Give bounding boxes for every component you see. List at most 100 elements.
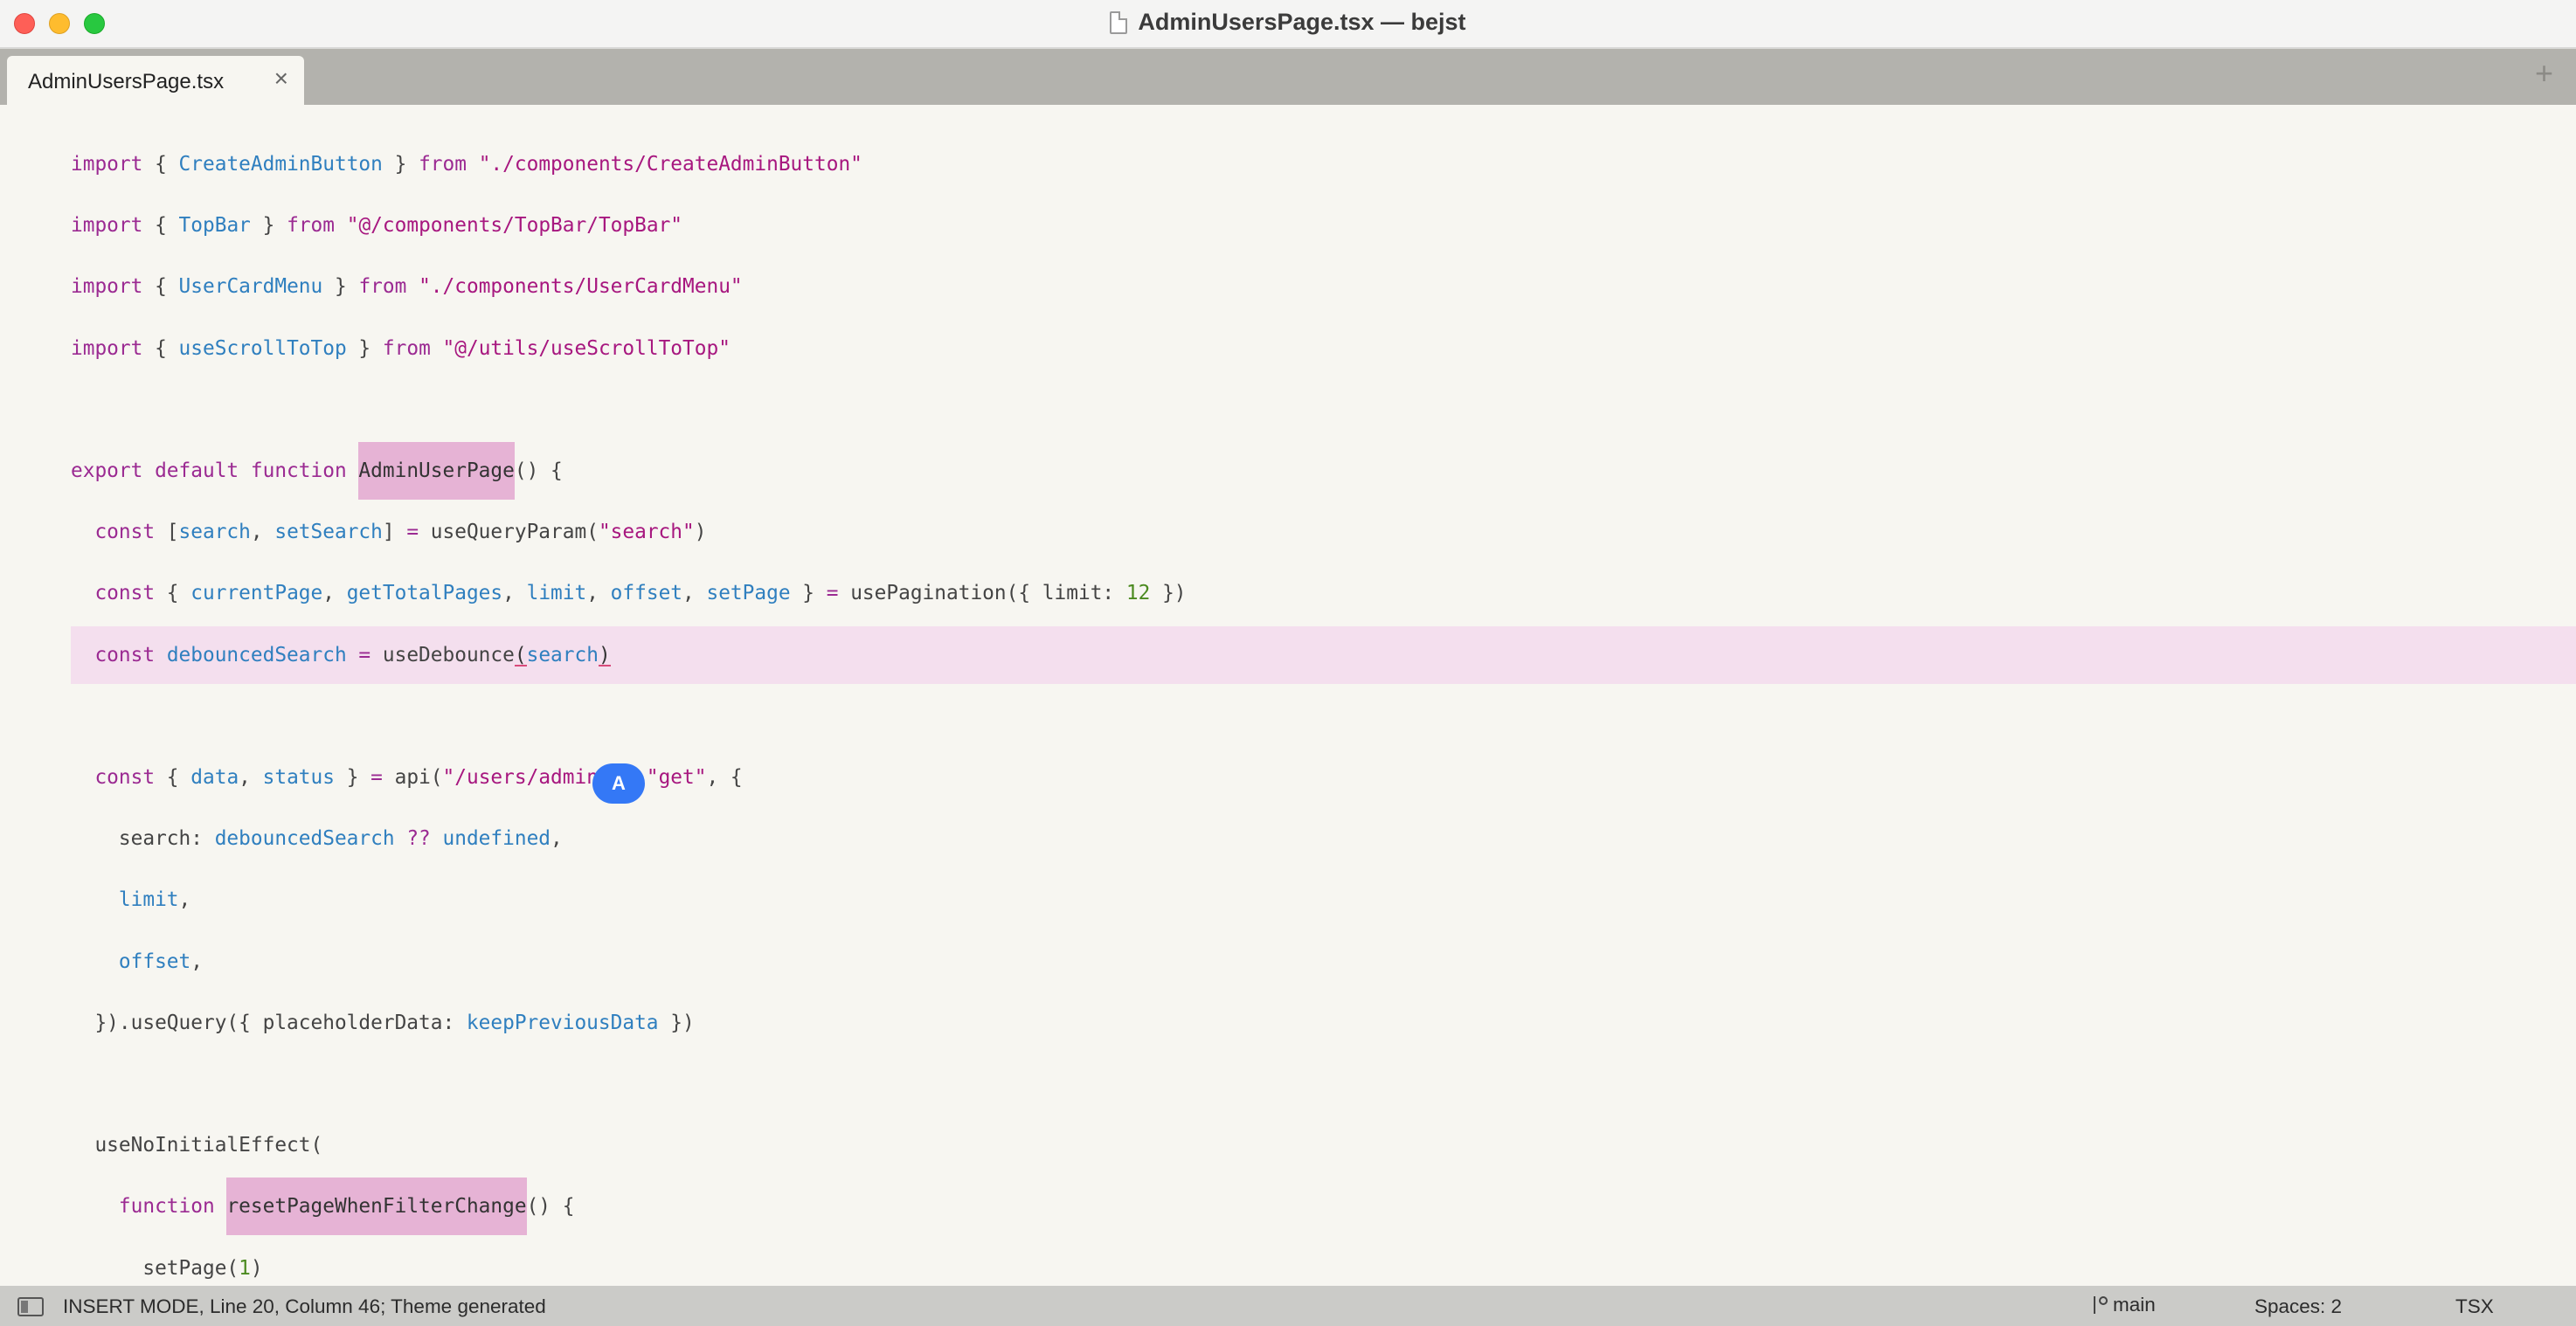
code-token: usePagination({ limit: bbox=[838, 582, 1126, 605]
code-token: 1 bbox=[239, 1256, 251, 1280]
code-token: = bbox=[826, 582, 839, 605]
code-token: getTotalPages bbox=[346, 582, 503, 605]
code-line[interactable]: import { useScrollToTop } from "@/utils/… bbox=[71, 320, 2576, 377]
code-token: , { bbox=[706, 766, 743, 789]
code-line[interactable]: const debouncedSearch = useDebounce(sear… bbox=[71, 625, 2576, 684]
code-token: }).useQuery({ placeholderData: bbox=[71, 1011, 467, 1034]
sidebar-toggle-icon[interactable] bbox=[17, 1297, 44, 1316]
code-line[interactable]: setPage(1) bbox=[71, 1240, 2576, 1286]
code-token: , bbox=[586, 582, 611, 605]
code-token: { bbox=[142, 214, 179, 238]
code-line[interactable]: import { TopBar } from "@/components/Top… bbox=[71, 197, 2576, 254]
code-token: import bbox=[71, 336, 143, 360]
code-line[interactable]: import { UserCardMenu } from "./componen… bbox=[71, 258, 2576, 315]
code-line[interactable]: limit, bbox=[71, 871, 2576, 929]
code-token: const bbox=[94, 766, 156, 789]
document-icon bbox=[1110, 10, 1128, 34]
code-token: debouncedSearch bbox=[214, 827, 395, 851]
code-token: , bbox=[239, 766, 263, 789]
code-token: "search" bbox=[598, 521, 695, 544]
code-line[interactable]: function resetPageWhenFilterChange() { bbox=[71, 1178, 2576, 1236]
code-line[interactable] bbox=[71, 1055, 2576, 1113]
code-token: api( bbox=[382, 766, 443, 789]
code-token: offset bbox=[118, 950, 191, 973]
code-token: CreateAdminButton bbox=[178, 153, 383, 176]
code-token: data bbox=[190, 766, 239, 789]
git-branch[interactable]: main bbox=[2092, 1294, 2156, 1316]
code-line[interactable] bbox=[71, 687, 2576, 745]
code-token: 12 bbox=[1125, 582, 1151, 605]
code-line[interactable]: const [search, setSearch] = useQueryPara… bbox=[71, 503, 2576, 561]
code-line[interactable]: }).useQuery({ placeholderData: keepPrevi… bbox=[71, 994, 2576, 1052]
code-token: AdminUserPage bbox=[358, 442, 515, 500]
code-token: limit bbox=[118, 888, 179, 912]
code-token: = bbox=[370, 766, 383, 789]
git-branch-label: main bbox=[2113, 1294, 2156, 1316]
new-tab-icon[interactable]: + bbox=[2535, 58, 2553, 89]
code-token: setPage( bbox=[71, 1256, 239, 1280]
code-line[interactable]: const { data, status } = api("/users/adm… bbox=[71, 749, 2576, 806]
code-token: import bbox=[71, 153, 143, 176]
code-editor[interactable]: }, setPage(1) function resetPageWhenFilt… bbox=[0, 105, 2576, 1286]
code-token: } bbox=[790, 582, 827, 605]
code-token: from bbox=[382, 336, 431, 360]
code-token: }) bbox=[658, 1011, 695, 1034]
tab-adminuserspage[interactable]: AdminUsersPage.tsx × bbox=[7, 56, 304, 105]
code-token: "get" bbox=[646, 766, 707, 789]
indentation-setting[interactable]: Spaces: 2 bbox=[2254, 1295, 2342, 1318]
code-token: useDebounce bbox=[370, 643, 515, 666]
code-token: { bbox=[155, 582, 191, 605]
code-token: resetPageWhenFilterChange bbox=[226, 1178, 527, 1236]
code-token: = bbox=[406, 521, 419, 544]
code-token: = bbox=[358, 643, 371, 666]
code-token: } bbox=[334, 766, 371, 789]
code-token: { bbox=[155, 766, 191, 789]
syntax-mode[interactable]: TSX bbox=[2455, 1295, 2494, 1318]
code-token: , bbox=[322, 582, 347, 605]
code-line[interactable]: useNoInitialEffect( bbox=[71, 1116, 2576, 1174]
code-token: status bbox=[262, 766, 335, 789]
code-line[interactable]: search: debouncedSearch ?? undefined, bbox=[71, 810, 2576, 867]
code-token: useScrollToTop bbox=[178, 336, 347, 360]
tab-close-icon[interactable]: × bbox=[274, 66, 288, 91]
code-token: , bbox=[190, 950, 203, 973]
code-token: useNoInitialEffect( bbox=[71, 1134, 323, 1157]
code-token: , bbox=[502, 582, 527, 605]
code-token: ) bbox=[250, 1256, 263, 1280]
code-token: ) bbox=[694, 521, 707, 544]
code-line[interactable]: const { currentPage, getTotalPages, limi… bbox=[71, 564, 2576, 622]
code-line[interactable] bbox=[71, 381, 2576, 439]
code-token: const bbox=[94, 521, 156, 544]
code-token: const bbox=[94, 643, 156, 666]
code-token: undefined bbox=[442, 827, 551, 851]
code-token: keepPreviousData bbox=[466, 1011, 659, 1034]
code-token: } bbox=[346, 336, 383, 360]
status-mode-text: INSERT MODE, Line 20, Column 46; Theme g… bbox=[63, 1295, 546, 1317]
code-token: debouncedSearch bbox=[166, 643, 347, 666]
code-token: ?? bbox=[406, 827, 431, 851]
code-token: "@/utils/useScrollToTop" bbox=[442, 336, 731, 360]
code-token: ( bbox=[514, 643, 527, 667]
code-token: () { bbox=[526, 1195, 575, 1219]
code-token: { bbox=[142, 153, 179, 176]
code-token: from bbox=[358, 275, 407, 299]
code-line[interactable]: export default function AdminUserPage() … bbox=[71, 442, 2576, 500]
code-token: } bbox=[382, 153, 419, 176]
code-token: search: bbox=[71, 827, 215, 851]
code-token: export default function bbox=[71, 459, 347, 482]
window-title: AdminUsersPage.tsx — bejst bbox=[1138, 9, 1466, 35]
code-line[interactable]: offset, bbox=[71, 933, 2576, 991]
code-token: () { bbox=[514, 459, 563, 482]
code-token: "./components/UserCardMenu" bbox=[419, 275, 743, 299]
code-token: { bbox=[142, 275, 179, 299]
code-line[interactable]: import { CreateAdminButton } from "./com… bbox=[71, 135, 2576, 193]
